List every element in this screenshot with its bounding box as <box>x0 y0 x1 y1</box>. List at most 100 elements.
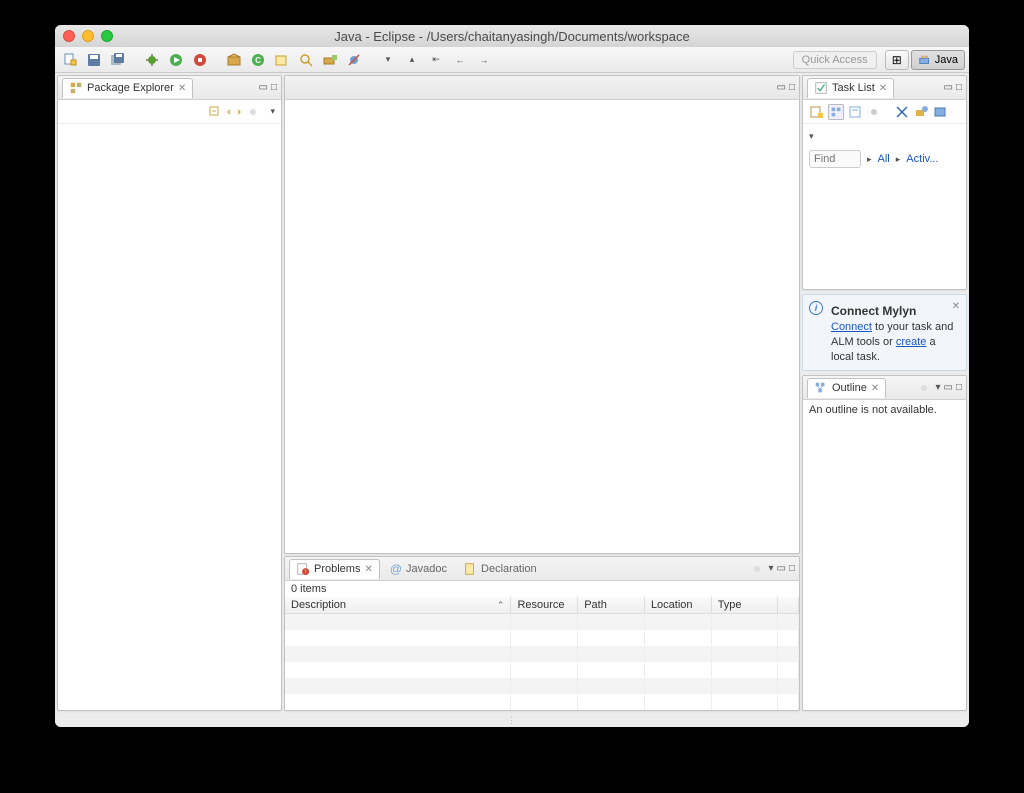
maximize-view-icon[interactable]: □ <box>956 82 962 93</box>
col-resource[interactable]: Resource <box>511 597 578 614</box>
forward-button[interactable]: → <box>473 50 495 70</box>
new-package-button[interactable] <box>223 50 245 70</box>
col-description[interactable]: Description⌃ <box>285 597 511 614</box>
maximize-view-icon[interactable]: □ <box>271 82 277 93</box>
task-list-body[interactable] <box>803 168 966 289</box>
tab-label: Problems <box>314 563 360 575</box>
collapse-all-button[interactable] <box>207 104 223 120</box>
problems-tab[interactable]: ! Problems ✕ <box>289 559 380 579</box>
connect-link[interactable]: Connect <box>831 321 872 333</box>
coverage-button[interactable] <box>189 50 211 70</box>
view-menu-icon[interactable]: ▾ <box>768 563 773 574</box>
minimize-view-icon[interactable]: ▭ <box>944 382 953 393</box>
perspective-label: Java <box>935 54 958 66</box>
declaration-icon <box>463 562 477 576</box>
prev-annotation-button[interactable]: ▴ <box>401 50 423 70</box>
problems-table: Description⌃ Resource Path Location Type <box>285 597 799 710</box>
open-perspective-button[interactable]: ⊞ <box>885 50 909 70</box>
tab-label: Package Explorer <box>87 82 174 94</box>
new-task-button[interactable] <box>809 104 825 120</box>
minimize-window-icon[interactable] <box>82 30 94 42</box>
close-tab-icon[interactable]: ✕ <box>178 83 186 94</box>
save-all-button[interactable] <box>107 50 129 70</box>
minimize-view-icon[interactable]: ▭ <box>944 82 953 93</box>
arrow-right-icon: ▸ <box>867 154 872 165</box>
categorized-button[interactable] <box>828 104 844 120</box>
java-perspective-button[interactable]: Java <box>911 50 965 70</box>
java-icon <box>918 53 932 67</box>
minimize-view-icon[interactable]: ▭ <box>777 563 786 574</box>
task-icon <box>814 81 828 95</box>
last-edit-button[interactable]: ⇤ <box>425 50 447 70</box>
new-class-button[interactable]: C <box>247 50 269 70</box>
outline-view: Outline ✕ ▾ ▭ □ An outline is not availa… <box>802 375 967 711</box>
mylyn-title: Connect Mylyn <box>831 304 916 318</box>
window-icon: ⊞ <box>892 53 902 67</box>
minimize-view-icon[interactable]: ▭ <box>259 82 268 93</box>
declaration-tab[interactable]: Declaration <box>457 560 543 579</box>
quick-access-input[interactable]: Quick Access <box>793 51 877 69</box>
close-tab-icon[interactable]: ✕ <box>364 564 372 575</box>
forward-icon: → <box>480 55 489 65</box>
search-button[interactable] <box>295 50 317 70</box>
perspective-switcher: ⊞ Java <box>885 50 965 70</box>
close-tab-icon[interactable]: ✕ <box>879 83 887 94</box>
problems-icon: ! <box>296 562 310 576</box>
minimize-view-icon[interactable]: ▭ <box>777 82 786 93</box>
debug-button[interactable] <box>141 50 163 70</box>
open-type-button[interactable] <box>271 50 293 70</box>
collapse-button[interactable] <box>894 104 910 120</box>
skip-breakpoints-button[interactable] <box>343 50 365 70</box>
sort-asc-icon: ⌃ <box>497 600 505 611</box>
scheduled-button[interactable] <box>847 104 863 120</box>
problems-count: 0 items <box>285 581 799 597</box>
focus-task-button[interactable] <box>245 104 261 120</box>
up-arrow-icon: ▴ <box>410 54 415 65</box>
link-editor-button[interactable] <box>226 104 242 120</box>
problems-rows <box>285 614 799 710</box>
close-notice-icon[interactable]: ✕ <box>952 301 960 312</box>
focus-button[interactable] <box>749 561 765 577</box>
package-explorer-body[interactable] <box>58 124 281 710</box>
package-explorer-tab[interactable]: Package Explorer ✕ <box>62 78 193 98</box>
col-path[interactable]: Path <box>578 597 645 614</box>
view-menu-icon[interactable]: ▾ <box>935 382 940 393</box>
chevron-down-icon[interactable]: ▾ <box>809 131 814 141</box>
focus-button[interactable] <box>916 380 932 396</box>
outline-tab[interactable]: Outline ✕ <box>807 378 886 398</box>
maximize-view-icon[interactable]: □ <box>956 382 962 393</box>
hide-button[interactable] <box>932 104 948 120</box>
titlebar[interactable]: Java - Eclipse - /Users/chaitanyasingh/D… <box>55 25 969 47</box>
outline-icon <box>814 381 828 395</box>
run-button[interactable] <box>165 50 187 70</box>
create-link[interactable]: create <box>896 336 927 348</box>
find-input[interactable] <box>809 150 861 168</box>
col-type[interactable]: Type <box>711 597 778 614</box>
eclipse-window: Java - Eclipse - /Users/chaitanyasingh/D… <box>55 25 969 727</box>
grip-icon[interactable]: ⋮ <box>507 715 517 726</box>
all-link[interactable]: All <box>878 153 890 165</box>
focus-workweek-button[interactable] <box>866 104 882 120</box>
view-menu-icon[interactable]: ▾ <box>270 106 275 117</box>
zoom-window-icon[interactable] <box>101 30 113 42</box>
col-location[interactable]: Location <box>644 597 711 614</box>
toggle-breadcrumb-button[interactable] <box>319 50 341 70</box>
synchronize-button[interactable] <box>913 104 929 120</box>
maximize-view-icon[interactable]: □ <box>789 563 795 574</box>
new-button[interactable] <box>59 50 81 70</box>
next-annotation-button[interactable]: ▾ <box>377 50 399 70</box>
tab-label: Javadoc <box>406 563 447 575</box>
task-list-tab[interactable]: Task List ✕ <box>807 78 894 98</box>
save-button[interactable] <box>83 50 105 70</box>
editor-body[interactable] <box>285 100 799 553</box>
close-tab-icon[interactable]: ✕ <box>871 383 879 394</box>
col-extra[interactable] <box>778 597 799 614</box>
javadoc-tab[interactable]: @ Javadoc <box>384 560 453 579</box>
maximize-view-icon[interactable]: □ <box>789 82 795 93</box>
separator-icon <box>367 50 375 70</box>
svg-text:C: C <box>255 56 261 65</box>
close-window-icon[interactable] <box>63 30 75 42</box>
activate-link[interactable]: Activ... <box>906 153 938 165</box>
back-icon: ← <box>456 55 465 65</box>
back-button[interactable]: ← <box>449 50 471 70</box>
